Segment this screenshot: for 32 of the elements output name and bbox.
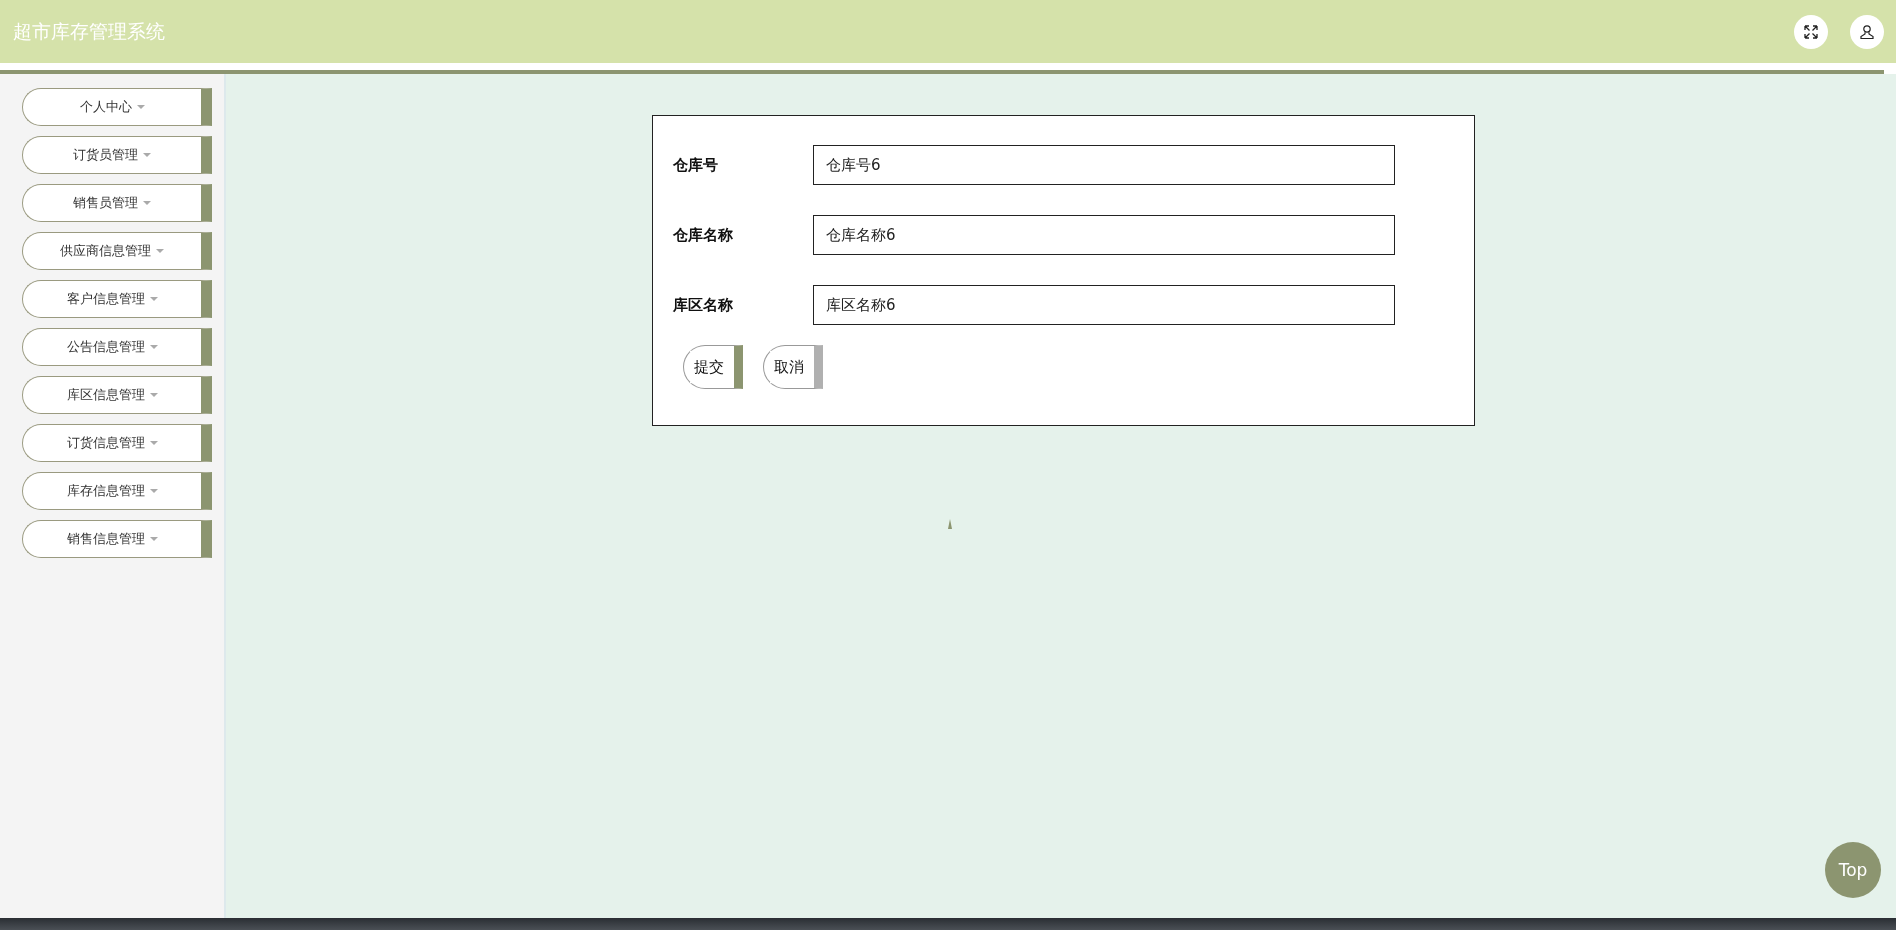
form-button[interactable]: 取消 bbox=[763, 345, 823, 389]
caret-icon bbox=[156, 249, 164, 253]
form-button[interactable]: 提交 bbox=[683, 345, 743, 389]
sidebar-menu-item[interactable]: 供应商信息管理 bbox=[22, 232, 212, 270]
field-label: 仓库名称 bbox=[673, 225, 734, 245]
sidebar-menu-item[interactable]: 订货员管理 bbox=[22, 136, 212, 174]
caret-icon bbox=[143, 153, 151, 157]
input-field[interactable]: 库区名称6 bbox=[813, 285, 1395, 325]
sidebar-menu-item[interactable]: 订货信息管理 bbox=[22, 424, 212, 462]
user-icon[interactable] bbox=[1850, 14, 1884, 49]
sidebar-menu-item[interactable]: 公告信息管理 bbox=[22, 328, 212, 366]
sidebar-menu-item[interactable]: 库存信息管理 bbox=[22, 472, 212, 510]
sidebar-menu-item[interactable]: 个人中心 bbox=[22, 88, 212, 126]
input-field[interactable]: 仓库号6 bbox=[813, 145, 1395, 185]
caret-icon bbox=[149, 345, 158, 349]
caret-icon bbox=[136, 105, 145, 109]
sidebar-menu-item[interactable]: 客户信息管理 bbox=[22, 280, 212, 318]
caret-icon bbox=[149, 393, 158, 397]
caret-icon bbox=[149, 297, 158, 301]
app-title: 超市库存管理系统 bbox=[13, 18, 165, 44]
field-label: 库区名称 bbox=[673, 295, 734, 315]
caret-icon bbox=[149, 441, 158, 445]
sidebar-menu-item[interactable]: 销售信息管理 bbox=[22, 520, 212, 558]
caret-icon bbox=[143, 201, 151, 205]
field-label: 仓库号 bbox=[673, 155, 719, 175]
sidebar-menu-item[interactable]: 销售员管理 bbox=[22, 184, 212, 222]
triangle-icon bbox=[948, 519, 952, 529]
caret-icon bbox=[149, 537, 158, 541]
caret-icon bbox=[149, 489, 158, 493]
fullscreen-icon[interactable] bbox=[1794, 14, 1828, 49]
sidebar-menu-item[interactable]: 库区信息管理 bbox=[22, 376, 212, 414]
input-field[interactable]: 仓库名称6 bbox=[813, 215, 1395, 255]
